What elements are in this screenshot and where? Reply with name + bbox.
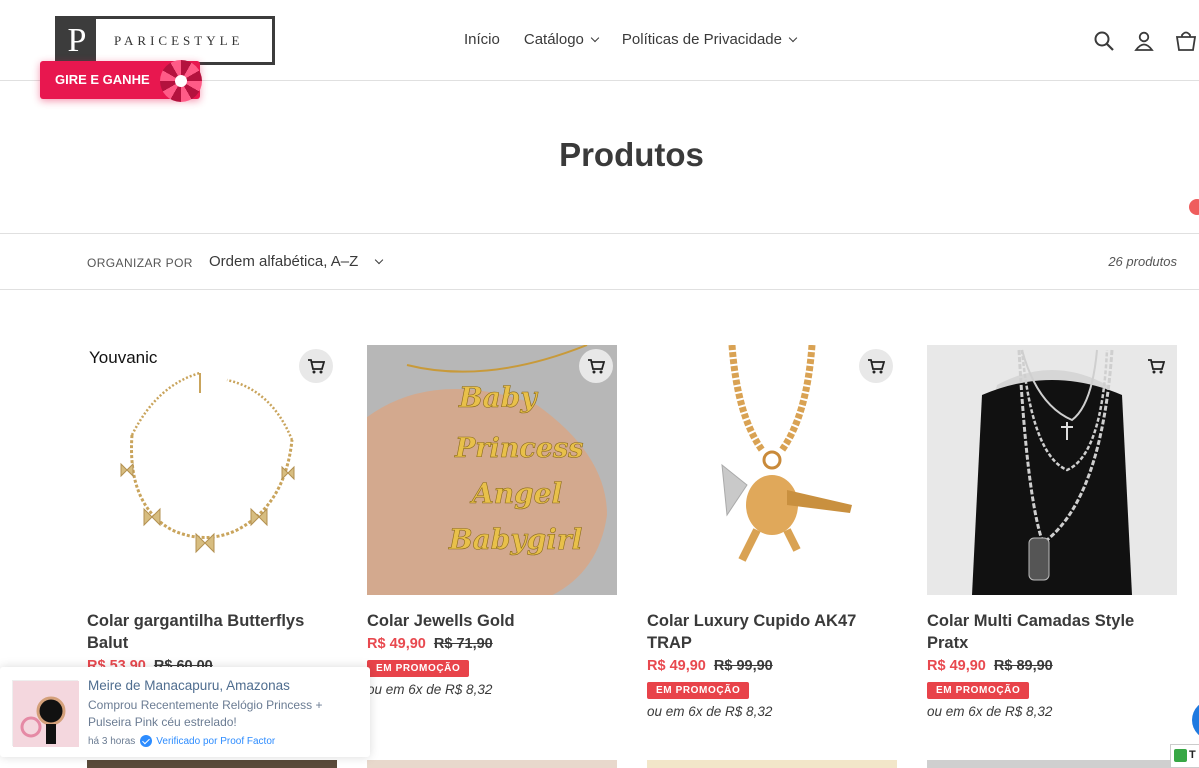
product-name[interactable]: Colar Jewells Gold — [367, 610, 617, 632]
product-image[interactable] — [647, 760, 897, 768]
account-icon[interactable] — [1133, 30, 1155, 52]
prize-wheel-icon[interactable] — [160, 60, 202, 102]
pendant-text: Babygirl — [448, 523, 582, 556]
product-image[interactable] — [927, 345, 1177, 595]
cart-icon — [308, 359, 325, 374]
pendant-text: Baby — [458, 381, 538, 414]
chevron-down-icon — [375, 255, 384, 264]
name-necklace-image: Baby Princess Angel Babygirl — [367, 345, 617, 595]
toast-time: há 3 horas — [88, 735, 136, 747]
old-price: R$ 71,90 — [433, 636, 493, 652]
add-to-cart-button[interactable] — [299, 349, 333, 383]
product-image[interactable] — [367, 760, 617, 768]
product-name[interactable]: Colar Luxury Cupido AK47 TRAP — [647, 610, 897, 654]
sort-label: ORGANIZAR POR — [87, 256, 193, 270]
installments-text: ou em 6x de R$ 8,32 — [367, 682, 493, 697]
sale-badge: EM PROMOÇÃO — [367, 660, 470, 677]
brand-mark: Youvanic — [89, 348, 158, 367]
add-to-cart-button[interactable] — [579, 349, 613, 383]
pendant-text: Angel — [469, 477, 562, 510]
watch-image — [13, 681, 79, 747]
product-image[interactable] — [647, 345, 897, 595]
product-card[interactable]: Colar Luxury Cupido AK47 TRAP R$ 49,90 R… — [647, 345, 897, 719]
product-prices: R$ 49,90 R$ 89,90 — [927, 656, 1177, 676]
nav-item-politicas[interactable]: Políticas de Privacidade — [621, 31, 798, 48]
product-name[interactable]: Colar Multi Camadas Style Pratx — [927, 610, 1177, 654]
product-name[interactable]: Colar gargantilha Butterflys Balut — [87, 610, 337, 654]
cart-icon — [588, 359, 605, 374]
old-price: R$ 99,90 — [713, 658, 773, 674]
product-card[interactable]: Youvanic Colar gargantilha Butterflys Ba… — [87, 345, 337, 676]
trust-badge-label: T — [1189, 749, 1196, 761]
add-to-cart-button[interactable] — [1139, 349, 1173, 383]
chevron-down-icon — [788, 33, 798, 42]
product-image[interactable]: Baby Princess Angel Babygirl — [367, 345, 617, 595]
trust-badge[interactable]: T — [1170, 744, 1199, 768]
sale-badge: EM PROMOÇÃO — [647, 682, 750, 699]
sale-price: R$ 49,90 — [927, 658, 986, 674]
nav-label: Início — [464, 31, 500, 48]
sale-price: R$ 49,90 — [367, 636, 426, 652]
cupid-necklace-image — [647, 345, 897, 595]
notification-dot[interactable] — [1189, 199, 1199, 215]
layered-chain-image — [927, 345, 1177, 595]
nav-item-inicio[interactable]: Início — [464, 31, 500, 48]
spin-win-label: GIRE E GANHE — [55, 72, 150, 87]
sale-badge: EM PROMOÇÃO — [927, 682, 1030, 699]
search-icon[interactable] — [1093, 30, 1115, 52]
chevron-down-icon — [590, 33, 600, 42]
add-to-cart-button[interactable] — [859, 349, 893, 383]
page-title: Produtos — [559, 136, 704, 173]
logo-text: PARICESTYLE — [114, 32, 244, 48]
main-nav: Início Catálogo Políticas de Privacidade — [464, 31, 820, 48]
toast-message: Comprou Recentemente Relógio Princess + … — [88, 698, 323, 729]
toast-meta: há 3 horas Verificado por Proof Factor — [88, 735, 275, 747]
installments-text: ou em 6x de R$ 8,32 — [647, 704, 773, 719]
recent-purchase-toast[interactable]: Meire de Manacapuru, Amazonas Comprou Re… — [0, 667, 370, 757]
cart-icon — [868, 359, 885, 374]
toast-customer: Meire de Manacapuru, Amazonas — [88, 678, 290, 693]
sort-value: Ordem alfabética, A–Z — [209, 253, 359, 270]
toast-verified: Verificado por Proof Factor — [156, 735, 276, 747]
cart-icon[interactable] — [1175, 30, 1197, 52]
chat-button[interactable] — [1192, 700, 1199, 740]
cart-icon — [1148, 359, 1165, 374]
product-count: 26 produtos — [1108, 254, 1177, 269]
sort-select[interactable]: Ordem alfabética, A–Z — [209, 253, 384, 270]
logo-mark: P — [58, 19, 96, 62]
sale-price: R$ 49,90 — [647, 658, 706, 674]
butterfly-necklace-image: Youvanic — [87, 345, 337, 595]
product-image[interactable]: Youvanic — [87, 345, 337, 595]
product-image[interactable] — [87, 760, 337, 768]
product-card[interactable]: Baby Princess Angel Babygirl Colar Jewel… — [367, 345, 617, 697]
old-price: R$ 89,90 — [993, 658, 1053, 674]
product-prices: R$ 49,90 R$ 71,90 — [367, 634, 617, 654]
product-card[interactable]: Colar Multi Camadas Style Pratx R$ 49,90… — [927, 345, 1177, 719]
product-prices: R$ 49,90 R$ 99,90 — [647, 656, 897, 676]
store-logo[interactable]: P PARICESTYLE — [55, 16, 275, 65]
check-icon — [1174, 749, 1187, 762]
toast-product-image — [12, 680, 79, 747]
nav-label: Políticas de Privacidade — [621, 31, 782, 48]
nav-item-catalogo[interactable]: Catálogo — [523, 31, 600, 48]
pendant-text: Princess — [454, 433, 583, 464]
installments-text: ou em 6x de R$ 8,32 — [927, 704, 1053, 719]
product-image[interactable] — [927, 760, 1177, 768]
nav-label: Catálogo — [523, 31, 584, 48]
filter-bar: ORGANIZAR POR Ordem alfabética, A–Z 26 p… — [0, 233, 1199, 290]
verified-check-icon — [140, 735, 153, 747]
